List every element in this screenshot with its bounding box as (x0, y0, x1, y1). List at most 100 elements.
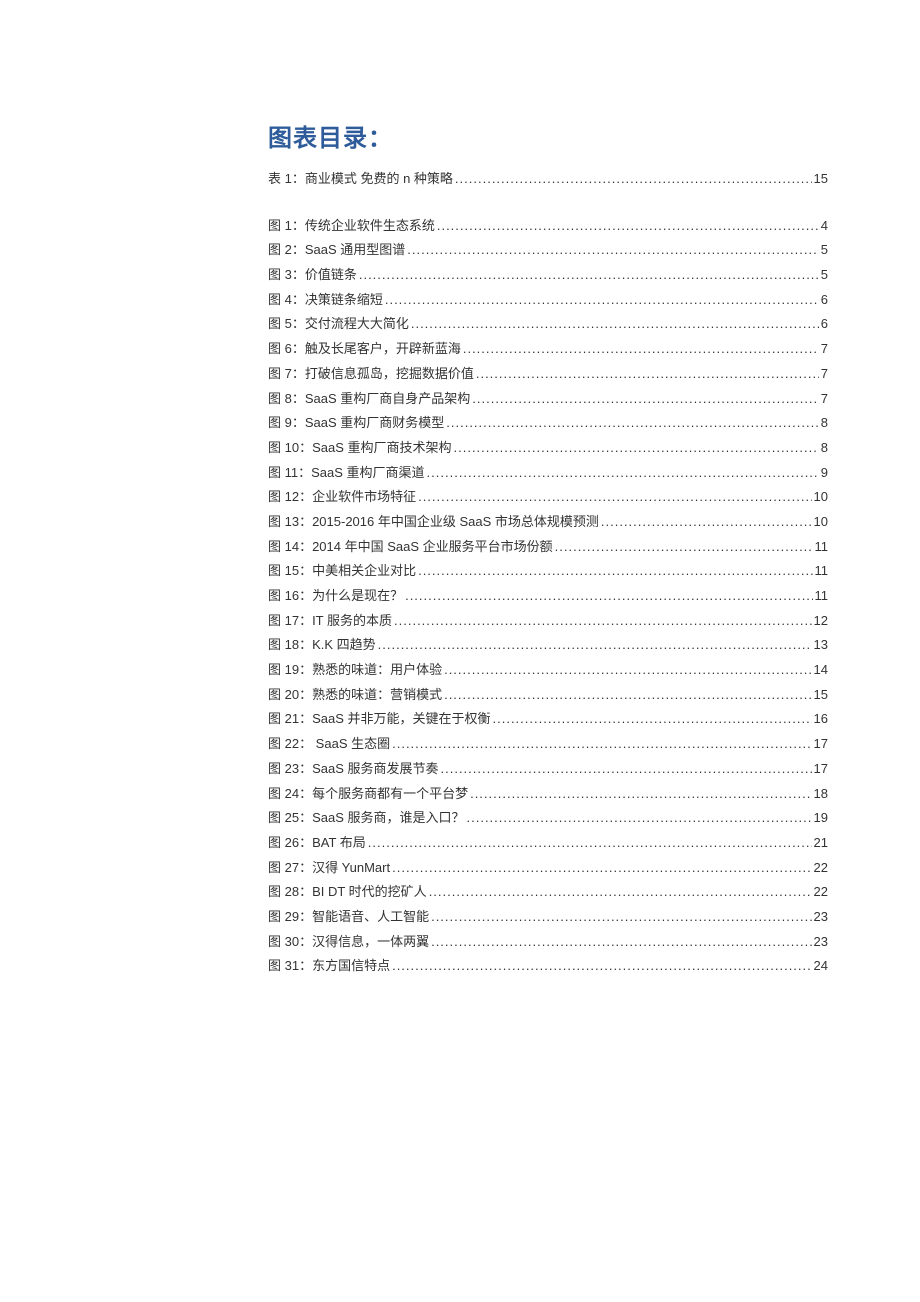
leader-dots (446, 411, 819, 436)
leader-dots (378, 633, 812, 658)
figure-entry: 图 21：SaaS 并非万能，关键在于权衡 16 (268, 707, 828, 732)
figure-entry: 图 23：SaaS 服务商发展节奏 17 (268, 757, 828, 782)
figure-page: 22 (814, 880, 828, 905)
figure-page: 8 (821, 436, 828, 461)
figure-page: 13 (814, 633, 828, 658)
leader-dots (467, 806, 812, 831)
figure-page: 12 (814, 609, 828, 634)
table-label: 表 1：商业模式 免费的 n 种策略 (268, 167, 453, 192)
figure-label: 图 9：SaaS 重构厂商财务模型 (268, 411, 444, 436)
leader-dots (444, 658, 811, 683)
leader-dots (444, 683, 811, 708)
figure-entry: 图 18：K.K 四趋势13 (268, 633, 828, 658)
figure-page: 11 (815, 559, 829, 584)
figure-label: 图 11：SaaS 重构厂商渠道 (268, 461, 425, 486)
figure-page: 5 (821, 263, 828, 288)
figure-page: 17 (814, 732, 828, 757)
figure-entry: 图 8：SaaS 重构厂商自身产品架构 7 (268, 387, 828, 412)
figure-page: 4 (821, 214, 828, 239)
figure-page: 7 (821, 362, 828, 387)
figure-entry: 图 17：IT 服务的本质 12 (268, 609, 828, 634)
figure-entry: 图 2：SaaS 通用型图谱 5 (268, 238, 828, 263)
figure-label: 图 23：SaaS 服务商发展节奏 (268, 757, 439, 782)
leader-dots (470, 782, 811, 807)
figure-label: 图 27：汉得 YunMart (268, 856, 390, 881)
figure-page: 18 (814, 782, 828, 807)
leader-dots (429, 880, 812, 905)
leader-dots (368, 831, 812, 856)
figure-entry: 图 15：中美相关企业对比11 (268, 559, 828, 584)
leader-dots (392, 732, 811, 757)
figure-entry: 图 13：2015-2016 年中国企业级 SaaS 市场总体规模预测 10 (268, 510, 828, 535)
figure-page: 10 (814, 510, 828, 535)
figure-entry: 图 14：2014 年中国 SaaS 企业服务平台市场份额 11 (268, 535, 828, 560)
figure-entry: 图 4：决策链条缩短6 (268, 288, 828, 313)
leader-dots (392, 954, 811, 979)
table-entry: 表 1：商业模式 免费的 n 种策略15 (268, 167, 828, 192)
figure-entry: 图 30：汉得信息，一体两翼23 (268, 930, 828, 955)
figure-page: 5 (821, 238, 828, 263)
figure-page: 17 (814, 757, 828, 782)
leader-dots (411, 312, 819, 337)
figure-label: 图 13：2015-2016 年中国企业级 SaaS 市场总体规模预测 (268, 510, 599, 535)
figure-label: 图 6：触及长尾客户，开辟新蓝海 (268, 337, 461, 362)
figure-entry: 图 20：熟悉的味道：营销模式 15 (268, 683, 828, 708)
leader-dots (359, 263, 819, 288)
figure-label: 图 17：IT 服务的本质 (268, 609, 392, 634)
figure-label: 图 20：熟悉的味道：营销模式 (268, 683, 442, 708)
figure-page: 7 (821, 337, 828, 362)
figure-page: 6 (821, 288, 828, 313)
tables-section: 表 1：商业模式 免费的 n 种策略15 (268, 167, 828, 192)
figure-page: 7 (821, 387, 828, 412)
toc-title: 图表目录： (268, 118, 830, 153)
toc-container: 表 1：商业模式 免费的 n 种策略15 图 1：传统企业软件生态系统4图 2：… (268, 167, 828, 979)
leader-dots (463, 337, 819, 362)
leader-dots (472, 387, 819, 412)
figure-label: 图 21：SaaS 并非万能，关键在于权衡 (268, 707, 491, 732)
figure-page: 15 (814, 683, 828, 708)
figure-page: 16 (814, 707, 828, 732)
leader-dots (394, 609, 812, 634)
figure-label: 图 14：2014 年中国 SaaS 企业服务平台市场份额 (268, 535, 553, 560)
section-gap (268, 192, 828, 214)
leader-dots (431, 930, 811, 955)
figure-label: 图 22： SaaS 生态圈 (268, 732, 390, 757)
figure-page: 11 (815, 584, 829, 609)
leader-dots (427, 461, 819, 486)
leader-dots (405, 584, 812, 609)
figure-label: 图 7：打破信息孤岛，挖掘数据价值 (268, 362, 474, 387)
leader-dots (476, 362, 819, 387)
figure-label: 图 16：为什么是现在？ (268, 584, 403, 609)
leader-dots (418, 485, 811, 510)
figure-page: 22 (814, 856, 828, 881)
figure-label: 图 10：SaaS 重构厂商技术架构 (268, 436, 452, 461)
leader-dots (431, 905, 811, 930)
figure-label: 图 28：BI DT 时代的挖矿人 (268, 880, 427, 905)
figure-label: 图 24：每个服务商都有一个平台梦 (268, 782, 468, 807)
figure-label: 图 2：SaaS 通用型图谱 (268, 238, 405, 263)
figures-section: 图 1：传统企业软件生态系统4图 2：SaaS 通用型图谱5图 3：价值链条5图… (268, 214, 828, 979)
figure-label: 图 19：熟悉的味道：用户体验 (268, 658, 442, 683)
figure-page: 14 (814, 658, 828, 683)
figure-entry: 图 25：SaaS 服务商，谁是入口？ 19 (268, 806, 828, 831)
figure-entry: 图 11：SaaS 重构厂商渠道 9 (268, 461, 828, 486)
figure-page: 11 (815, 535, 829, 560)
figure-label: 图 8：SaaS 重构厂商自身产品架构 (268, 387, 470, 412)
leader-dots (441, 757, 812, 782)
figure-entry: 图 26：BAT 布局 21 (268, 831, 828, 856)
figure-page: 23 (814, 930, 828, 955)
figure-entry: 图 24：每个服务商都有一个平台梦 18 (268, 782, 828, 807)
figure-entry: 图 27：汉得 YunMart 22 (268, 856, 828, 881)
leader-dots (555, 535, 813, 560)
figure-label: 图 26：BAT 布局 (268, 831, 366, 856)
figure-entry: 图 19：熟悉的味道：用户体验 14 (268, 658, 828, 683)
figure-page: 9 (821, 461, 828, 486)
leader-dots (407, 238, 819, 263)
figure-label: 图 1：传统企业软件生态系统 (268, 214, 435, 239)
figure-page: 19 (814, 806, 828, 831)
figure-entry: 图 9：SaaS 重构厂商财务模型8 (268, 411, 828, 436)
figure-label: 图 5：交付流程大大简化 (268, 312, 409, 337)
figure-page: 21 (814, 831, 828, 856)
figure-entry: 图 29：智能语音、人工智能23 (268, 905, 828, 930)
figure-label: 图 25：SaaS 服务商，谁是入口？ (268, 806, 465, 831)
